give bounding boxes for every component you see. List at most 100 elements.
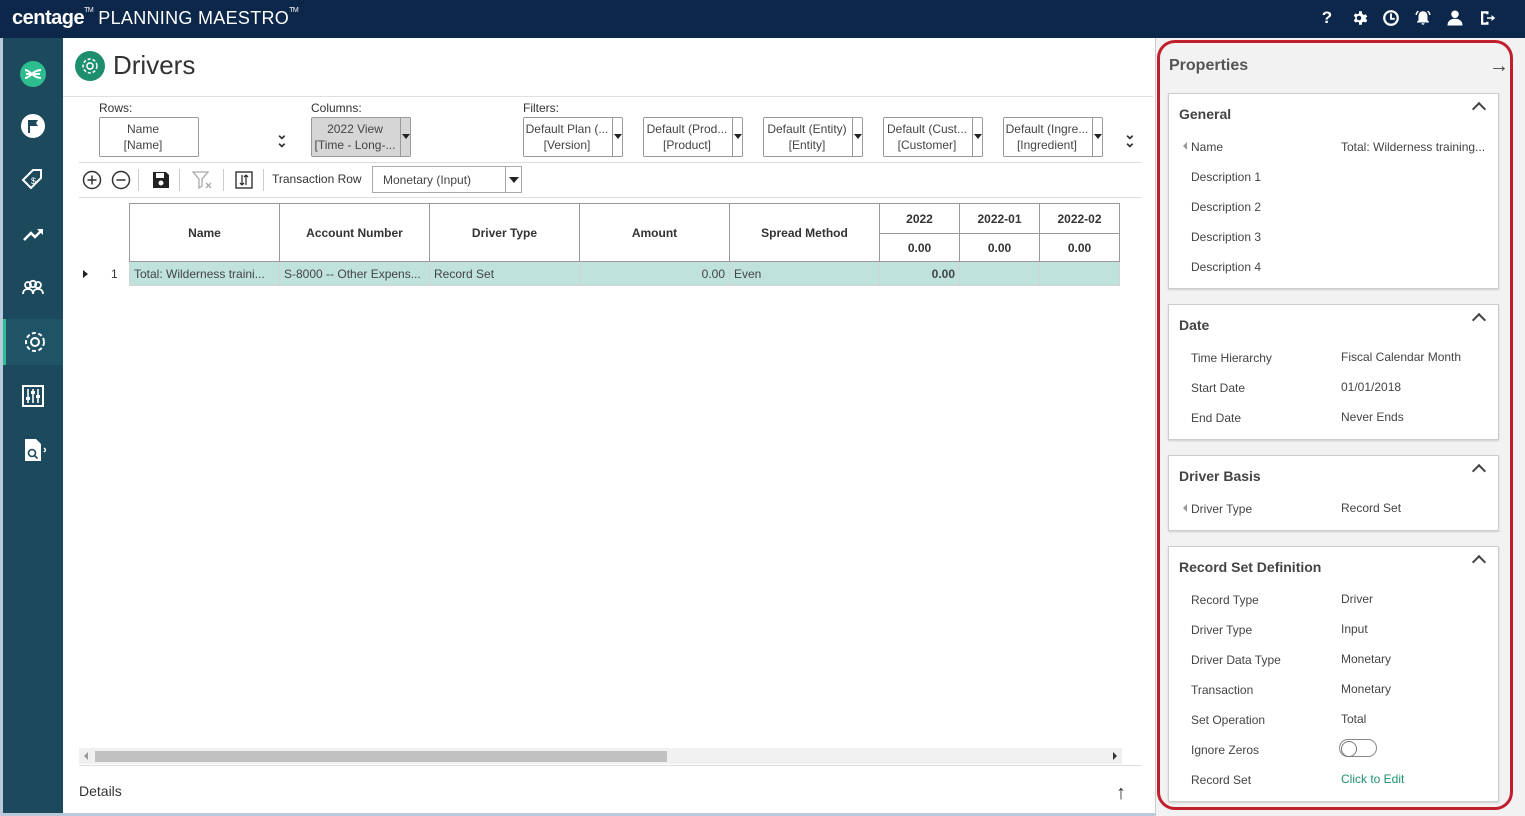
transaction-row-value: Monetary (Input) bbox=[383, 173, 472, 187]
app-logo[interactable]: centageTM PLANNING MAESTROTM bbox=[12, 7, 299, 30]
filter-product-picker[interactable]: Default (Prod... [Product] bbox=[643, 117, 743, 157]
filters-expand-chevron-icon[interactable]: ⌄ ⌄ bbox=[1124, 127, 1136, 149]
cell-account-number[interactable]: S-8000 -- Other Expens... bbox=[279, 261, 430, 286]
cell-amount[interactable]: 0.00 bbox=[579, 261, 730, 286]
period-total: 0.00 bbox=[879, 233, 960, 262]
filter-version-line2: [Version] bbox=[543, 138, 591, 152]
alerts-icon[interactable] bbox=[1413, 8, 1433, 28]
col-header-period[interactable]: 2022 bbox=[879, 203, 960, 234]
settings-gear-icon[interactable] bbox=[3, 319, 63, 365]
filter-customer-line1: Default (Cust... bbox=[886, 122, 968, 136]
filter-entity-line2: [Entity] bbox=[788, 138, 826, 152]
columns-picker[interactable]: 2022 View [Time - Long-... bbox=[311, 117, 411, 157]
filter-product-line1: Default (Prod... bbox=[646, 122, 728, 136]
toolbar-top-divider bbox=[79, 162, 1141, 163]
transaction-dropdown-icon[interactable] bbox=[505, 167, 521, 192]
clock-icon[interactable] bbox=[1381, 8, 1401, 28]
row-number: 1 bbox=[111, 267, 118, 281]
transaction-row-select[interactable]: Monetary (Input) bbox=[372, 166, 522, 193]
col-header-driver-type[interactable]: Driver Type bbox=[429, 203, 580, 262]
filter-ingredient-dropdown-icon[interactable] bbox=[1092, 118, 1102, 156]
details-label[interactable]: Details bbox=[79, 783, 122, 799]
col-header-account-number[interactable]: Account Number bbox=[279, 203, 430, 262]
logout-icon[interactable] bbox=[1477, 8, 1497, 28]
col-header-spread-method[interactable]: Spread Method bbox=[729, 203, 880, 262]
product-trademark: TM bbox=[289, 7, 299, 14]
sliders-icon[interactable] bbox=[3, 373, 63, 419]
toolbar-divider bbox=[179, 169, 180, 191]
cell-name[interactable]: Total: Wilderness traini... bbox=[129, 261, 280, 286]
filter-product-dropdown-icon[interactable] bbox=[732, 118, 742, 156]
filter-customer-line2: [Customer] bbox=[897, 138, 957, 152]
table-row[interactable]: Total: Wilderness traini... S-8000 -- Ot… bbox=[129, 261, 1120, 286]
trend-icon[interactable] bbox=[3, 211, 63, 257]
details-divider bbox=[79, 765, 1141, 766]
refresh-sort-icon[interactable] bbox=[233, 169, 255, 191]
properties-highlight-ring bbox=[1157, 40, 1513, 810]
help-icon[interactable]: ? bbox=[1317, 8, 1337, 28]
col-header-amount[interactable]: Amount bbox=[579, 203, 730, 262]
filter-entity-picker[interactable]: Default (Entity) [Entity] bbox=[763, 117, 863, 157]
col-header-period[interactable]: 2022-02 bbox=[1039, 203, 1120, 234]
left-sidebar: $ bbox=[3, 38, 63, 813]
filter-entity-dropdown-icon[interactable] bbox=[852, 118, 862, 156]
rows-picker-line2: [Name] bbox=[123, 138, 163, 152]
cell-period[interactable] bbox=[959, 261, 1040, 286]
title-divider bbox=[63, 96, 1153, 97]
top-icon-bar: ? bbox=[1317, 8, 1497, 28]
rows-picker-line1: Name bbox=[126, 122, 159, 136]
columns-picker-line2: [Time - Long-... bbox=[314, 138, 396, 152]
remove-row-icon[interactable] bbox=[110, 169, 132, 191]
filter-product-line2: [Product] bbox=[662, 138, 712, 152]
budget-tag-icon[interactable]: $ bbox=[3, 157, 63, 203]
settings-icon[interactable] bbox=[1349, 8, 1369, 28]
brand-name: centage bbox=[12, 7, 85, 29]
cell-period[interactable] bbox=[1039, 261, 1120, 286]
user-icon[interactable] bbox=[1445, 8, 1465, 28]
scroll-left-icon[interactable] bbox=[84, 752, 88, 760]
scroll-thumb[interactable] bbox=[95, 751, 667, 762]
filter-version-picker[interactable]: Default Plan (... [Version] bbox=[523, 117, 623, 157]
toolbar-divider bbox=[138, 169, 139, 191]
col-header-name[interactable]: Name bbox=[129, 203, 280, 262]
cell-driver-type[interactable]: Record Set bbox=[429, 261, 580, 286]
page-title: Drivers bbox=[113, 50, 196, 80]
rows-expand-chevron-icon[interactable]: ⌄ ⌄ bbox=[276, 127, 288, 149]
cell-spread-method[interactable]: Even bbox=[729, 261, 880, 286]
filter-entity-line1: Default (Entity) bbox=[767, 122, 847, 136]
toolbar-bottom-divider bbox=[79, 197, 1141, 198]
period-total: 0.00 bbox=[1039, 233, 1120, 262]
cell-period[interactable]: 0.00 bbox=[879, 261, 960, 286]
col-header-period[interactable]: 2022-01 bbox=[959, 203, 1040, 234]
filter-version-dropdown-icon[interactable] bbox=[612, 118, 622, 156]
rows-picker[interactable]: Name [Name] bbox=[99, 117, 199, 157]
filter-customer-picker[interactable]: Default (Cust... [Customer] bbox=[883, 117, 983, 157]
toolbar-divider bbox=[263, 169, 264, 191]
add-row-icon[interactable] bbox=[81, 169, 103, 191]
columns-menu-icon[interactable] bbox=[400, 118, 410, 156]
toolbar-divider bbox=[223, 169, 224, 191]
expand-details-arrow-icon[interactable]: ↑ bbox=[1116, 782, 1126, 805]
people-icon[interactable] bbox=[3, 265, 63, 311]
filter-ingredient-picker[interactable]: Default (Ingre... [Ingredient] bbox=[1003, 117, 1103, 157]
columns-picker-line1: 2022 View bbox=[327, 122, 383, 136]
svg-text:$: $ bbox=[31, 176, 36, 186]
filter-customer-dropdown-icon[interactable] bbox=[972, 118, 982, 156]
save-icon[interactable] bbox=[150, 169, 172, 191]
page-header: Drivers bbox=[75, 50, 195, 81]
transaction-row-label: Transaction Row bbox=[272, 172, 362, 186]
product-name: PLANNING MAESTRO bbox=[98, 8, 290, 28]
rows-label: Rows: bbox=[99, 101, 133, 115]
logo-icon[interactable] bbox=[3, 51, 63, 97]
scroll-right-icon[interactable] bbox=[1113, 752, 1117, 760]
filters-label: Filters: bbox=[523, 101, 559, 115]
flag-icon[interactable] bbox=[3, 103, 63, 149]
horizontal-scrollbar[interactable] bbox=[79, 748, 1122, 764]
report-icon[interactable] bbox=[3, 427, 63, 473]
panel-vertical-scrollbar[interactable] bbox=[1513, 40, 1523, 813]
brand-trademark: TM bbox=[84, 7, 94, 14]
drivers-gear-icon bbox=[75, 50, 105, 81]
top-bar: centageTM PLANNING MAESTROTM ? bbox=[0, 0, 1525, 38]
clear-filter-icon[interactable] bbox=[192, 169, 214, 191]
row-expand-icon[interactable] bbox=[83, 270, 88, 278]
